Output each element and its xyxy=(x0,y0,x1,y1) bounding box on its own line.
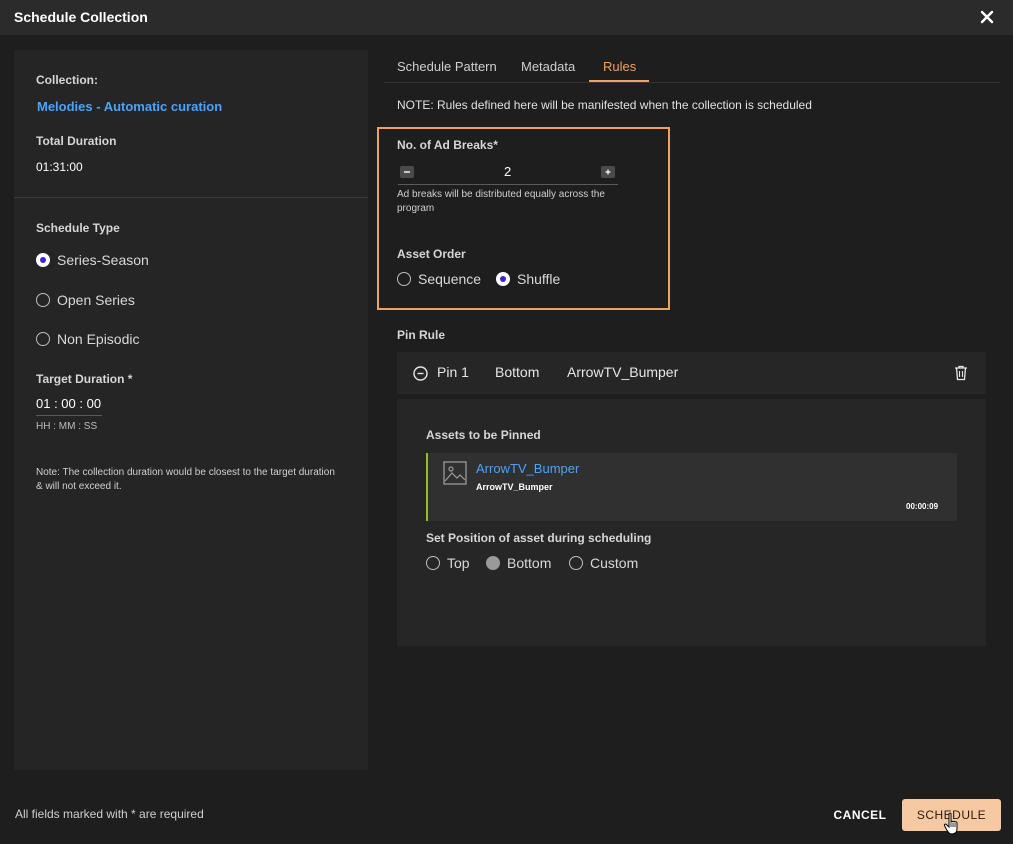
schedule-type-option-label: Open Series xyxy=(57,292,135,308)
ad-breaks-value[interactable]: 2 xyxy=(504,164,511,179)
pin-position: Bottom xyxy=(495,364,540,380)
collection-summary-panel: Collection: Melodies - Automatic curatio… xyxy=(14,50,368,770)
minus-icon xyxy=(404,171,410,173)
pin-rule-label: Pin Rule xyxy=(397,328,446,342)
radio-unchecked-icon xyxy=(569,556,583,570)
position-top[interactable]: Top xyxy=(426,555,470,571)
pinned-asset-title[interactable]: ArrowTV_Bumper xyxy=(476,461,579,476)
radio-unchecked-icon xyxy=(397,272,411,286)
set-position-label: Set Position of asset during scheduling xyxy=(426,531,652,545)
target-duration-input[interactable]: 01 : 00 : 00 xyxy=(36,396,102,416)
ad-breaks-note: Ad breaks will be distributed equally ac… xyxy=(397,189,605,214)
schedule-type-option-label: Non Episodic xyxy=(57,331,140,347)
asset-order-option-label: Sequence xyxy=(418,271,482,287)
asset-order-label: Asset Order xyxy=(397,247,466,261)
tab-bar: Schedule Pattern Metadata Rules xyxy=(384,50,1000,83)
radio-unchecked-icon xyxy=(36,332,50,346)
radio-checked-icon xyxy=(496,272,510,286)
pinned-asset-subtitle: ArrowTV_Bumper xyxy=(476,482,553,492)
asset-order-sequence[interactable]: Sequence xyxy=(397,271,481,287)
schedule-type-open-series[interactable]: Open Series xyxy=(36,292,135,308)
dialog-title: Schedule Collection xyxy=(14,9,148,25)
close-icon[interactable] xyxy=(979,9,995,25)
tab-metadata[interactable]: Metadata xyxy=(521,59,575,74)
position-option-label: Top xyxy=(447,555,470,571)
position-custom[interactable]: Custom xyxy=(569,555,638,571)
position-bottom[interactable]: Bottom xyxy=(486,555,551,571)
tab-schedule-pattern[interactable]: Schedule Pattern xyxy=(397,59,497,74)
rules-note: NOTE: Rules defined here will be manifes… xyxy=(397,98,812,112)
active-tab-indicator xyxy=(589,80,649,82)
pin-rule-header[interactable]: Pin 1 Bottom ArrowTV_Bumper xyxy=(397,352,986,394)
tab-rules[interactable]: Rules xyxy=(603,59,636,74)
required-fields-note: All fields marked with * are required xyxy=(15,807,204,821)
pinned-asset-duration: 00:00:09 xyxy=(906,502,939,511)
dialog-titlebar: Schedule Collection xyxy=(0,0,1013,35)
target-duration-hint: HH : MM : SS xyxy=(36,421,98,432)
total-duration-label: Total Duration xyxy=(36,134,117,148)
pin-asset: ArrowTV_Bumper xyxy=(567,364,679,380)
target-duration-label: Target Duration * xyxy=(36,372,133,386)
image-placeholder-icon xyxy=(443,461,467,485)
hand-cursor-icon xyxy=(943,812,958,835)
target-duration-note: Note: The collection duration would be c… xyxy=(36,467,335,492)
radio-unchecked-icon xyxy=(36,293,50,307)
radio-selected-disabled-icon xyxy=(486,556,500,570)
increment-button[interactable] xyxy=(601,166,615,178)
schedule-type-option-label: Series-Season xyxy=(57,252,149,268)
collection-name-link[interactable]: Melodies - Automatic curation xyxy=(37,99,222,114)
position-option-label: Custom xyxy=(590,555,639,571)
panel-divider xyxy=(14,197,368,198)
ad-breaks-label: No. of Ad Breaks* xyxy=(397,138,498,152)
total-duration-value: 01:31:00 xyxy=(36,160,83,174)
schedule-type-series-season[interactable]: Series-Season xyxy=(36,252,149,268)
asset-order-shuffle[interactable]: Shuffle xyxy=(496,271,560,287)
stepper-underline xyxy=(398,184,618,185)
radio-checked-icon xyxy=(36,253,50,267)
schedule-type-label: Schedule Type xyxy=(36,221,120,235)
trash-icon[interactable] xyxy=(954,365,968,381)
plus-icon xyxy=(605,169,611,175)
assets-to-be-pinned-label: Assets to be Pinned xyxy=(426,428,541,442)
schedule-type-non-episodic[interactable]: Non Episodic xyxy=(36,331,140,347)
collapse-icon[interactable] xyxy=(413,366,428,381)
position-option-label: Bottom xyxy=(507,555,552,571)
collection-label: Collection: xyxy=(36,73,98,87)
radio-unchecked-icon xyxy=(426,556,440,570)
decrement-button[interactable] xyxy=(400,166,414,178)
pin-name: Pin 1 xyxy=(437,364,469,380)
asset-order-option-label: Shuffle xyxy=(517,271,561,287)
cancel-button[interactable]: CANCEL xyxy=(826,799,894,831)
